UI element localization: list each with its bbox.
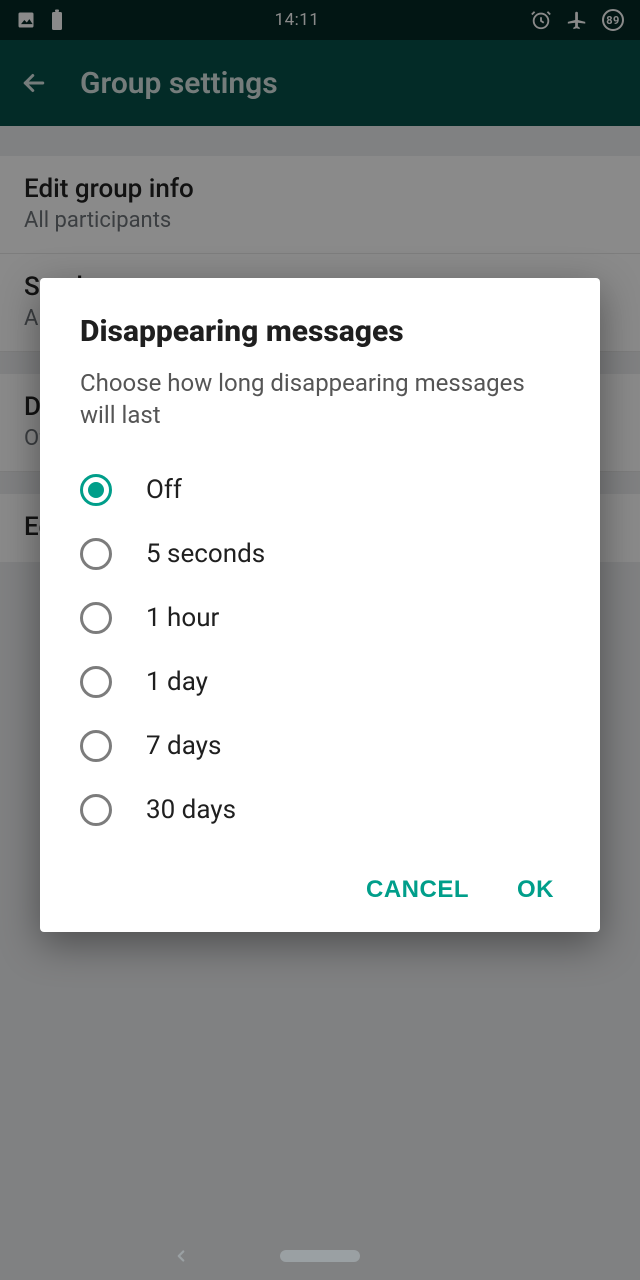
radio-label: 30 days	[146, 795, 236, 825]
disappearing-messages-dialog: Disappearing messages Choose how long di…	[40, 278, 600, 932]
nav-home-pill[interactable]	[280, 1250, 360, 1262]
radio-icon	[80, 474, 112, 506]
radio-label: 1 hour	[146, 603, 219, 633]
radio-label: 1 day	[146, 667, 208, 697]
system-nav-bar	[0, 1232, 640, 1280]
radio-icon	[80, 666, 112, 698]
dialog-description: Choose how long disappearing messages wi…	[80, 367, 560, 432]
nav-back-icon[interactable]	[172, 1247, 190, 1265]
radio-option-1-day[interactable]: 1 day	[80, 650, 560, 714]
radio-option-off[interactable]: Off	[80, 458, 560, 522]
ok-button[interactable]: OK	[517, 876, 554, 904]
radio-icon	[80, 794, 112, 826]
radio-icon	[80, 538, 112, 570]
radio-label: 7 days	[146, 731, 221, 761]
radio-label: Off	[146, 475, 182, 505]
dialog-title: Disappearing messages	[80, 314, 560, 349]
radio-option-7-days[interactable]: 7 days	[80, 714, 560, 778]
radio-icon	[80, 602, 112, 634]
radio-option-30-days[interactable]: 30 days	[80, 778, 560, 842]
radio-option-1-hour[interactable]: 1 hour	[80, 586, 560, 650]
cancel-button[interactable]: CANCEL	[366, 876, 469, 904]
radio-icon	[80, 730, 112, 762]
radio-option-5-seconds[interactable]: 5 seconds	[80, 522, 560, 586]
radio-label: 5 seconds	[146, 539, 265, 569]
